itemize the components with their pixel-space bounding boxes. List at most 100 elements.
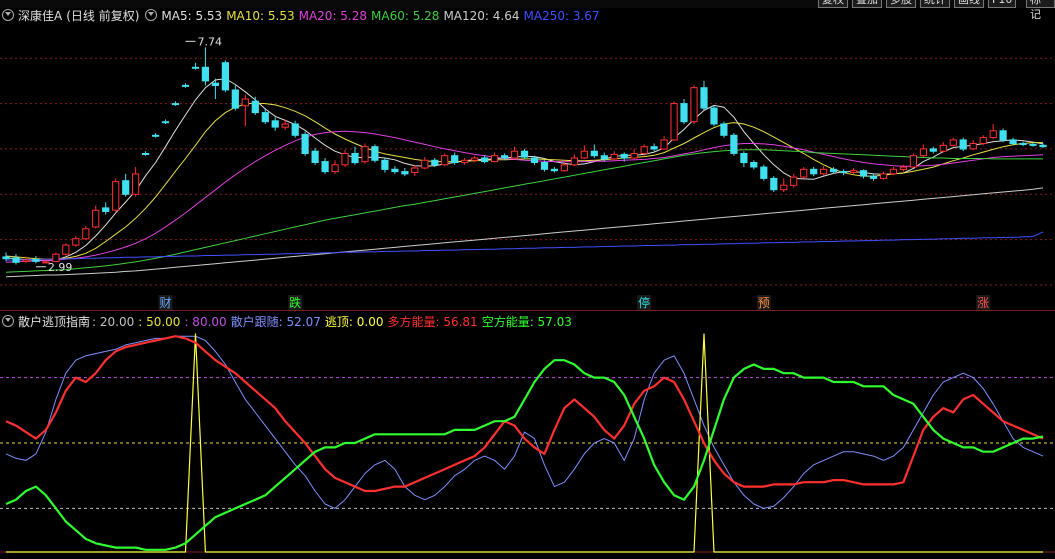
candle xyxy=(112,178,120,212)
candle-body xyxy=(929,148,937,152)
candle-body xyxy=(391,168,399,173)
candle-body xyxy=(481,157,489,163)
candle-body xyxy=(889,168,897,175)
toolbar-button[interactable]: F10 xyxy=(988,0,1017,8)
candle xyxy=(241,94,249,127)
candle xyxy=(690,85,698,124)
toolbar-button[interactable]: 多股 xyxy=(886,0,916,8)
candle-body xyxy=(301,133,309,155)
toolbar-button[interactable]: 标记 xyxy=(1026,0,1055,21)
candle-body xyxy=(321,161,329,173)
candle-body xyxy=(840,171,848,174)
chevron-down-icon[interactable] xyxy=(2,9,14,21)
candle-body xyxy=(820,168,828,175)
candle xyxy=(361,143,369,164)
indicator-series xyxy=(5,335,1044,509)
annotation-label: 2.99 xyxy=(48,261,73,274)
candle-body xyxy=(680,103,688,123)
legend-item: MA20: 5.28 xyxy=(298,9,368,23)
candle-body xyxy=(152,134,160,137)
candle xyxy=(122,173,130,197)
candle-body xyxy=(700,87,708,109)
event-marker: 停 xyxy=(638,295,650,310)
candle-body xyxy=(850,170,858,173)
candle xyxy=(471,155,479,163)
candle xyxy=(700,80,708,111)
candle-body xyxy=(590,150,598,157)
toolbar-button[interactable]: 统计 xyxy=(920,0,950,8)
candle xyxy=(680,99,688,124)
candle xyxy=(301,131,309,156)
candle-body xyxy=(879,173,888,179)
candle xyxy=(540,160,549,172)
candle-body xyxy=(580,150,588,159)
candle xyxy=(142,151,150,156)
candle xyxy=(710,105,718,127)
candle-body xyxy=(740,153,748,164)
candle-body xyxy=(211,82,220,87)
candle-body xyxy=(112,181,120,211)
candle xyxy=(451,152,459,165)
chevron-down-icon[interactable] xyxy=(145,9,158,21)
candle-body xyxy=(32,259,40,262)
candle-body xyxy=(810,168,818,175)
legend-item: MA120: 4.64 xyxy=(443,9,520,23)
candle-body xyxy=(201,66,210,82)
candle-body xyxy=(939,144,947,152)
candle-body xyxy=(530,157,539,163)
candle-body xyxy=(371,146,379,161)
candle-body xyxy=(969,143,977,150)
candle xyxy=(929,146,937,154)
candle xyxy=(1039,143,1047,149)
candle xyxy=(550,167,558,173)
candle-body xyxy=(979,137,987,144)
event-marker: 预 xyxy=(758,296,770,310)
candle-body xyxy=(610,153,618,160)
legend-item: MA10: 5.53 xyxy=(226,9,295,23)
indicator-chart[interactable] xyxy=(0,330,1055,559)
legend-item: MA5: 5.53 xyxy=(161,9,223,23)
candle xyxy=(132,167,140,197)
candle xyxy=(411,164,419,177)
toolbar-button[interactable]: 叠加 xyxy=(852,0,882,8)
candle-body xyxy=(640,146,648,154)
chart-mode: (日线 前复权) xyxy=(66,9,140,23)
candle-body xyxy=(62,244,70,255)
candle-body xyxy=(710,107,718,125)
candle-body xyxy=(600,155,608,160)
candle xyxy=(371,144,379,163)
candle xyxy=(491,152,499,163)
toolbar-button[interactable]: 复权 xyxy=(818,0,848,8)
candle xyxy=(171,101,180,106)
legend-item: 散户跟随: 52.07 xyxy=(230,315,321,329)
candle-body xyxy=(72,238,80,246)
candle xyxy=(381,158,389,173)
candle xyxy=(730,133,738,156)
toolbar-button[interactable]: 画线 xyxy=(954,0,984,8)
candle-body xyxy=(132,173,140,195)
candle xyxy=(152,133,160,138)
candle xyxy=(610,151,618,161)
candle xyxy=(181,83,190,88)
candlestick-chart[interactable]: 7.74 2.99 财 跌 停 预 涨 xyxy=(0,25,1055,317)
candle xyxy=(520,148,529,159)
candle-body xyxy=(790,176,798,186)
candle xyxy=(191,62,200,70)
candle xyxy=(321,158,329,174)
candle-body xyxy=(510,150,519,159)
candle-body xyxy=(520,150,529,158)
chevron-down-icon[interactable] xyxy=(2,315,14,327)
candle xyxy=(979,135,987,146)
candle xyxy=(92,205,100,229)
candle xyxy=(810,167,818,177)
indicator-series xyxy=(5,359,1044,551)
candle xyxy=(331,160,339,174)
candle xyxy=(840,169,848,176)
candle xyxy=(879,171,888,180)
candle xyxy=(82,226,90,240)
candle-body xyxy=(92,209,100,228)
ma-line-ma5 xyxy=(5,78,1044,262)
candle-body xyxy=(670,103,678,141)
candle xyxy=(221,60,230,93)
candle xyxy=(760,164,768,181)
